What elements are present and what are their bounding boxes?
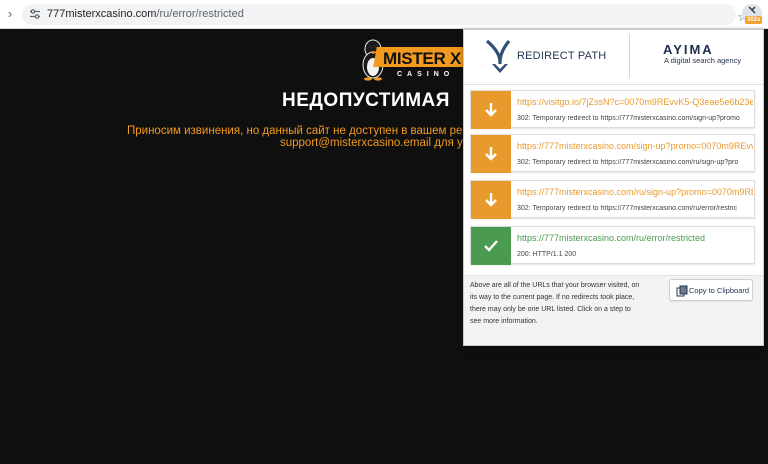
step-badge: [471, 227, 511, 265]
step-badge: [471, 181, 511, 219]
url-host: 777misterxcasino.com: [47, 8, 157, 20]
step-status: 302: Temporary redirect to https://777mi…: [517, 205, 738, 212]
popup-footer: Above are all of the URLs that your brow…: [464, 275, 763, 345]
step-url[interactable]: https://visitgo.io/7jZssN?c=0070m9REvvK5…: [517, 97, 753, 107]
redirect-path-popup: REDIRECT PATH AYIMA A digital search age…: [463, 29, 764, 346]
browser-toolbar: › 777misterxcasino.com/ru/error/restrict…: [0, 0, 768, 29]
clipboard-icon: [676, 285, 688, 297]
redirect-step[interactable]: https://visitgo.io/7jZssN?c=0070m9REvvK5…: [470, 90, 755, 129]
url-text[interactable]: 777misterxcasino.com/ru/error/restricted: [47, 8, 244, 20]
redirect-step[interactable]: https://777misterxcasino.com/ru/sign-up?…: [470, 180, 755, 219]
redirect-step[interactable]: https://777misterxcasino.com/sign-up?pro…: [470, 134, 755, 173]
arrow-down-icon: [485, 103, 497, 117]
arrow-down-icon: [485, 147, 497, 161]
copy-label: Copy to Clipboard: [689, 286, 750, 295]
arrow-down-icon: [485, 193, 497, 207]
logo-text: MISTER X: [383, 49, 461, 68]
footer-description: Above are all of the URLs that your brow…: [470, 282, 640, 325]
url-path: /ru/error/restricted: [156, 8, 244, 20]
tune-icon[interactable]: [29, 8, 41, 20]
page-title: НЕДОПУСТИМАЯ: [282, 90, 450, 111]
step-url[interactable]: https://777misterxcasino.com/sign-up?pro…: [517, 141, 753, 151]
check-icon: [484, 240, 498, 252]
copy-to-clipboard-button[interactable]: Copy to Clipboard: [669, 279, 753, 301]
restriction-message: Приносим извинения, но данный сайт не до…: [127, 125, 467, 137]
forward-icon[interactable]: ›: [3, 7, 17, 21]
support-email-line: support@misterxcasino.email для ут: [280, 137, 465, 149]
partner-logo[interactable]: AYIMA: [663, 42, 714, 57]
extension-badge: 302s: [745, 16, 763, 24]
address-bar[interactable]: 777misterxcasino.com/ru/error/restricted…: [22, 4, 749, 25]
redirect-path-logo-icon: [485, 39, 511, 73]
logo-subtitle: CASINO: [397, 71, 455, 78]
step-status: 200: HTTP/1.1 200: [517, 251, 577, 258]
step-status: 302: Temporary redirect to https://777mi…: [517, 115, 740, 122]
step-status: 302: Temporary redirect to https://777mi…: [517, 159, 739, 166]
final-step[interactable]: https://777misterxcasino.com/ru/error/re…: [470, 226, 755, 265]
brand-name: REDIRECT PATH: [517, 50, 607, 62]
site-logo[interactable]: MISTER X CASINO: [355, 35, 469, 81]
step-badge: [471, 135, 511, 173]
popup-header: REDIRECT PATH AYIMA A digital search age…: [464, 30, 763, 85]
redirect-path-icon: [748, 6, 756, 14]
header-divider: [629, 34, 630, 78]
step-badge: [471, 91, 511, 129]
step-url[interactable]: https://777misterxcasino.com/ru/sign-up?…: [517, 187, 753, 197]
redirect-path-extension-button[interactable]: 302s: [742, 4, 763, 24]
partner-tagline: A digital search agency: [664, 56, 742, 65]
step-url[interactable]: https://777misterxcasino.com/ru/error/re…: [517, 233, 753, 243]
